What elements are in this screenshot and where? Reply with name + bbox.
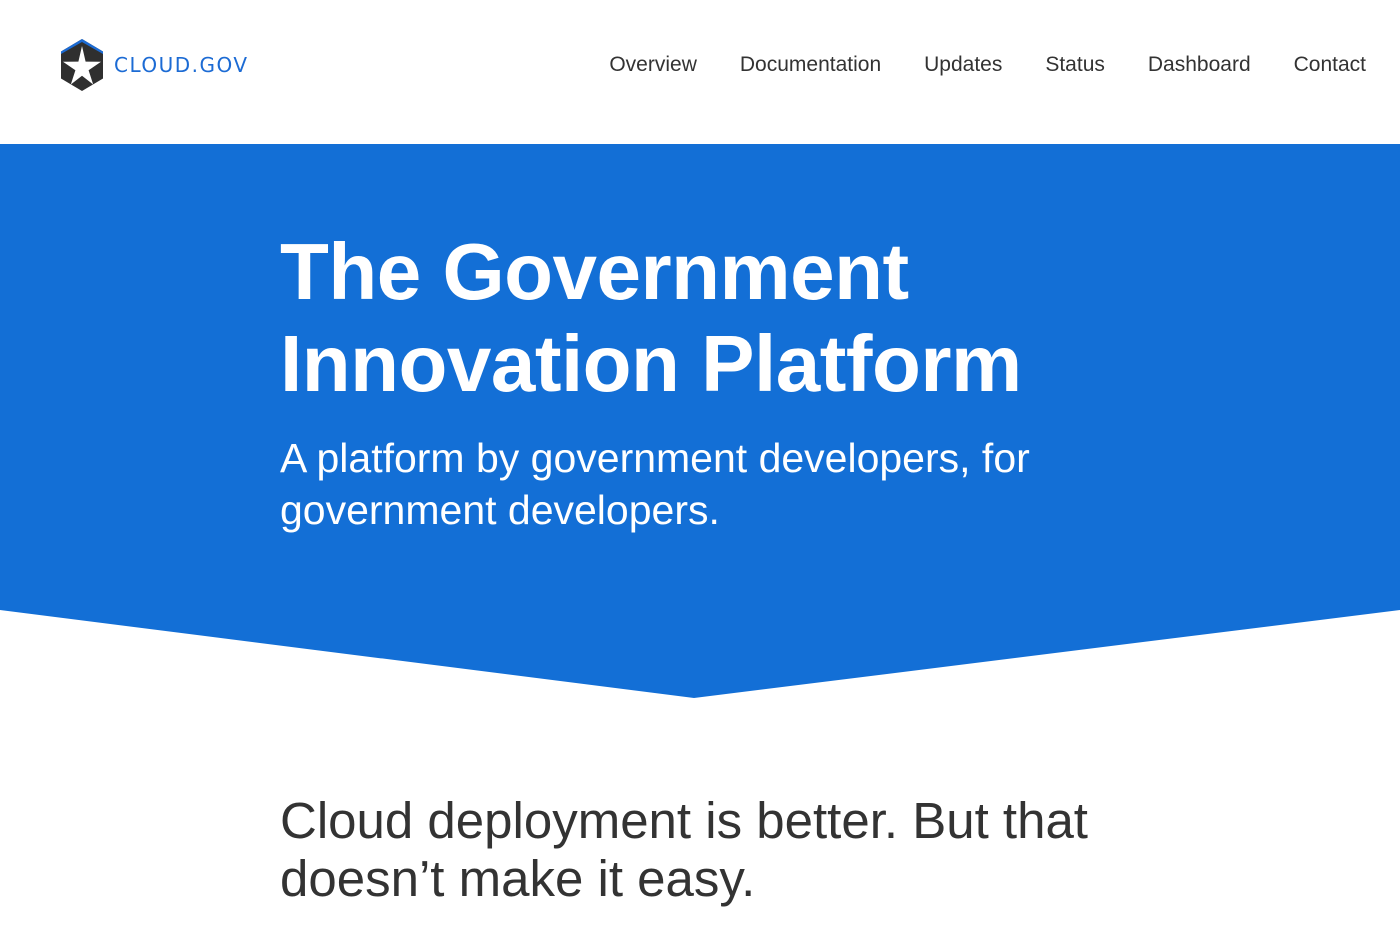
main-nav: Overview Documentation Updates Status Da… (609, 52, 1366, 78)
nav-link-documentation[interactable]: Documentation (740, 52, 881, 78)
logo-link[interactable]: CLOUD.GOV (60, 38, 249, 92)
nav-link-contact[interactable]: Contact (1294, 52, 1366, 78)
nav-link-overview[interactable]: Overview (609, 52, 697, 78)
hexagon-star-icon (61, 39, 103, 91)
hero-subtitle: A platform by government developers, for… (280, 435, 1030, 533)
hero-section: The Government Innovation Platform A pla… (0, 144, 1400, 698)
nav-link-updates[interactable]: Updates (924, 52, 1002, 78)
nav-link-status[interactable]: Status (1045, 52, 1105, 78)
nav-link-dashboard[interactable]: Dashboard (1148, 52, 1251, 78)
site-header: CLOUD.GOV Overview Documentation Updates… (0, 0, 1400, 144)
hero-title: The Government Innovation Platform (280, 227, 1022, 408)
section-heading: Cloud deployment is better. But that doe… (280, 792, 1088, 907)
logo-text: CLOUD.GOV (114, 53, 249, 77)
